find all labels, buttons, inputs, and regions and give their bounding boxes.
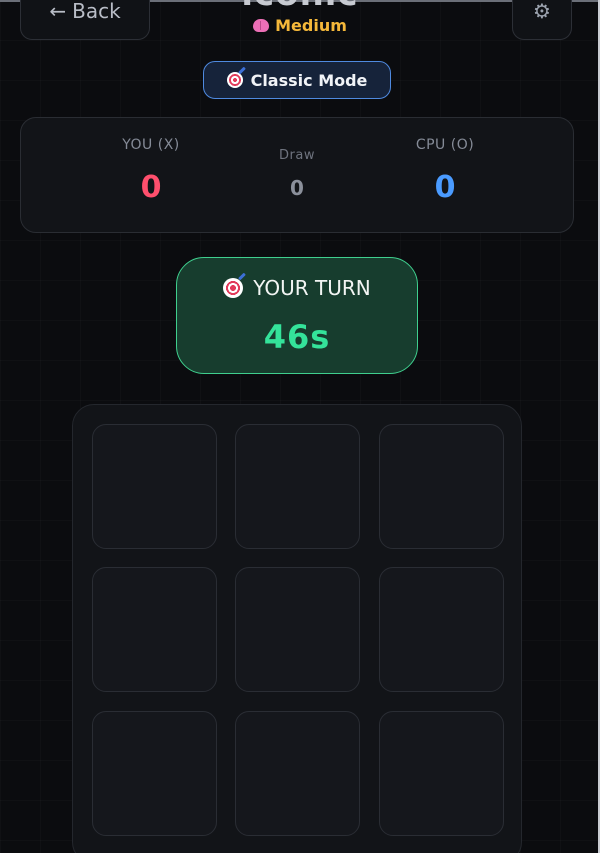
turn-indicator: YOUR TURN 46s	[176, 257, 418, 374]
board-cell-9[interactable]	[379, 711, 504, 836]
board-cell-8[interactable]	[235, 711, 360, 836]
target-icon	[223, 278, 244, 298]
game-board	[72, 404, 522, 853]
score-you: YOU (X) 0	[81, 118, 221, 234]
target-icon	[226, 72, 243, 88]
board-cell-2[interactable]	[235, 424, 360, 549]
board-cell-4[interactable]	[92, 567, 217, 692]
score-cpu: CPU (O) 0	[375, 118, 515, 234]
scoreboard: YOU (X) 0 Draw 0 CPU (O) 0	[20, 117, 574, 233]
brain-icon	[253, 19, 270, 32]
board-cell-1[interactable]	[92, 424, 217, 549]
turn-timer: 46s	[263, 318, 331, 356]
score-you-label: YOU (X)	[122, 137, 180, 153]
score-cpu-label: CPU (O)	[415, 137, 475, 153]
board-cell-6[interactable]	[379, 567, 504, 692]
board-cell-3[interactable]	[379, 424, 504, 549]
gear-icon: ⚙	[533, 0, 551, 23]
turn-title: YOUR TURN	[177, 276, 417, 300]
score-you-value: 0	[140, 170, 162, 205]
difficulty-label: Medium	[275, 16, 347, 35]
board-cell-7[interactable]	[92, 711, 217, 836]
score-draw: Draw 0	[227, 118, 367, 234]
score-draw-label: Draw	[279, 148, 315, 163]
turn-label: YOUR TURN	[253, 276, 371, 300]
difficulty-indicator: Medium	[0, 16, 600, 35]
score-cpu-value: 0	[434, 170, 456, 205]
mode-badge[interactable]: Classic Mode	[203, 61, 391, 99]
board-cell-5[interactable]	[235, 567, 360, 692]
game-screen: ← Back iconic Medium ⚙ Classic Mode YOU …	[0, 0, 600, 853]
mode-label: Classic Mode	[250, 70, 368, 90]
page-title: iconic	[0, 0, 600, 14]
score-draw-value: 0	[290, 176, 304, 200]
settings-button[interactable]: ⚙	[512, 0, 572, 40]
